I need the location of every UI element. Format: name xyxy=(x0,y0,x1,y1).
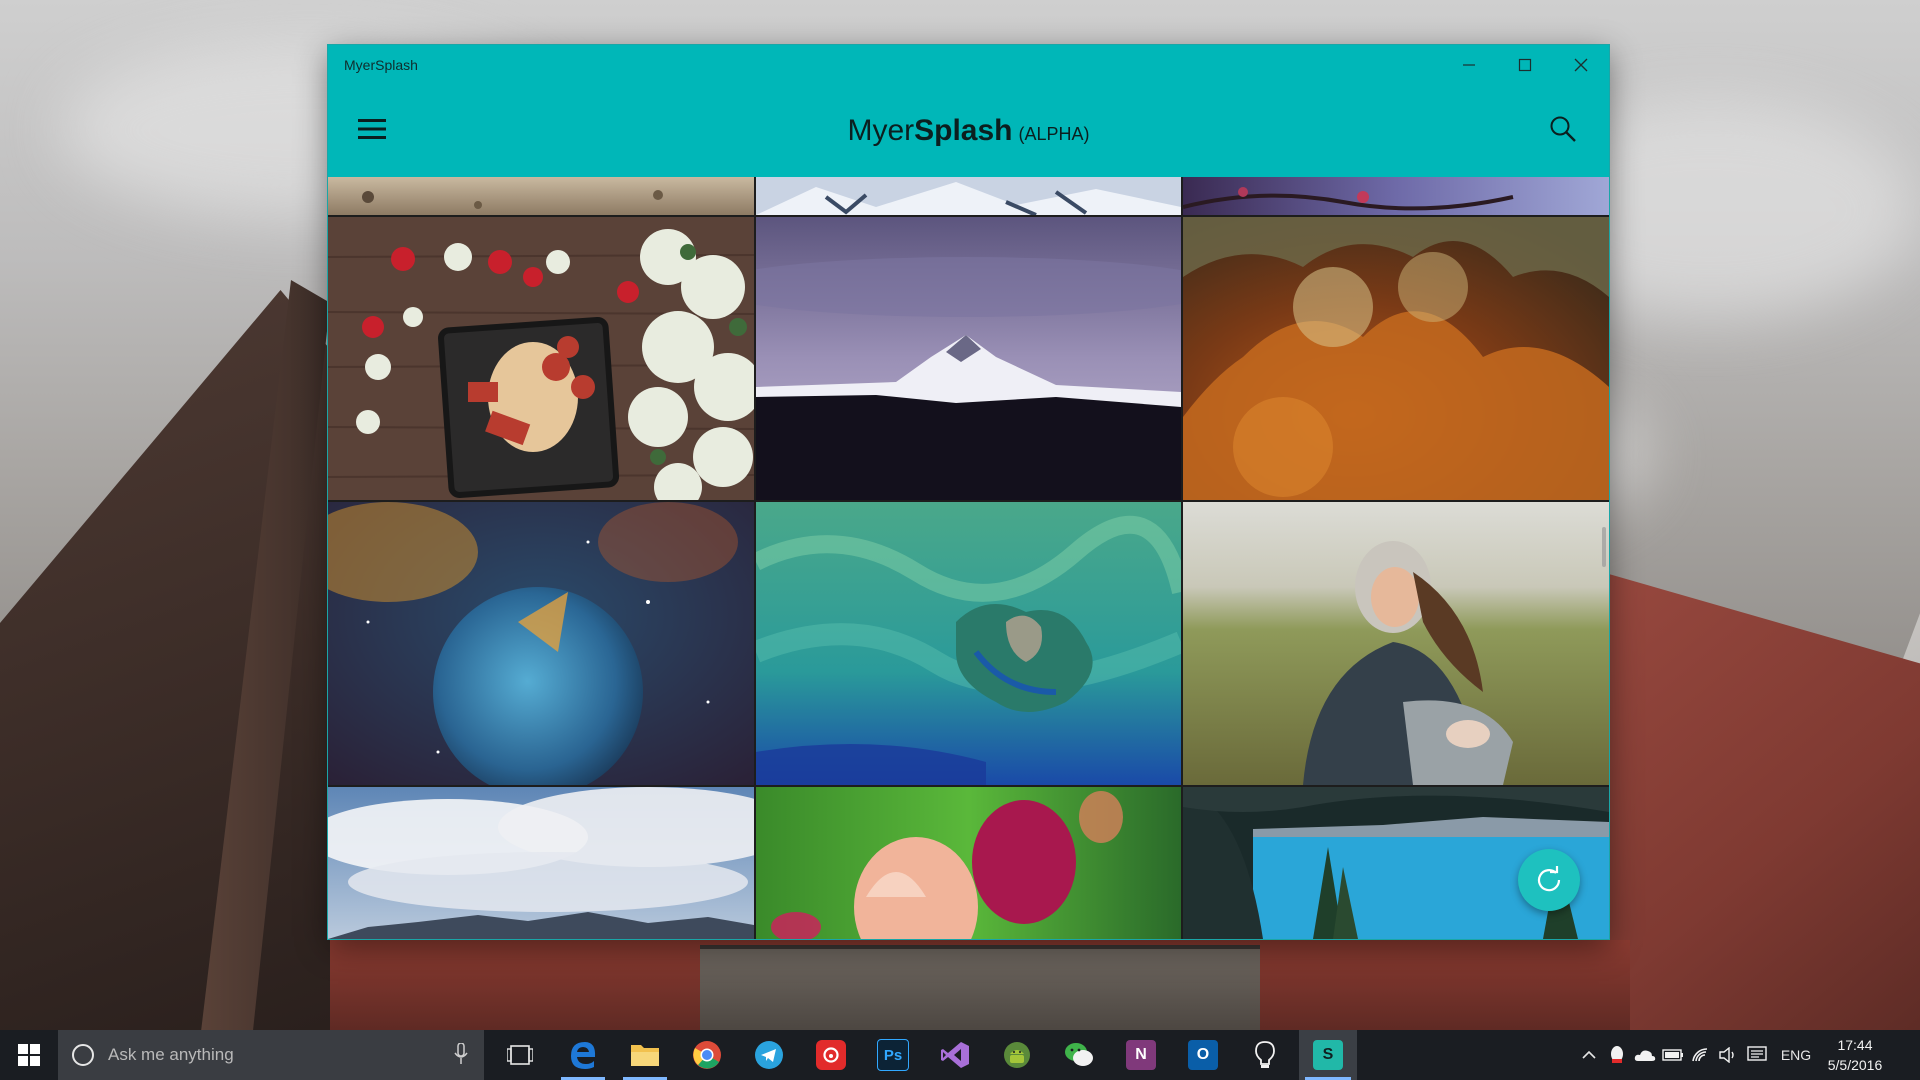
wallpaper-sign xyxy=(700,945,1260,1030)
action-center-icon xyxy=(1747,1046,1767,1061)
gallery-scrollbar[interactable] xyxy=(1602,527,1606,567)
telegram-icon xyxy=(755,1041,783,1069)
tray-wifi[interactable] xyxy=(1688,1030,1714,1080)
search-button[interactable] xyxy=(1543,109,1583,149)
brand-name-light: Myer xyxy=(847,114,915,147)
title-bar[interactable]: MyerSplash xyxy=(328,45,1609,85)
taskbar-visual-studio[interactable] xyxy=(927,1030,983,1080)
window-title: MyerSplash xyxy=(344,57,418,73)
tray-onedrive[interactable] xyxy=(1632,1030,1658,1080)
tray-battery[interactable] xyxy=(1660,1030,1686,1080)
photo-smiling-girl[interactable] xyxy=(1183,502,1609,785)
task-view-button[interactable] xyxy=(492,1030,548,1080)
edge-icon xyxy=(571,1042,596,1069)
taskbar-myersplash[interactable]: S xyxy=(1299,1030,1357,1080)
myersplash-window: MyerSplash MyerSplash (ALPHA) xyxy=(328,45,1609,939)
taskbar-telegram[interactable] xyxy=(741,1030,797,1080)
photo-cherry-branch[interactable] xyxy=(1183,177,1609,215)
volume-icon xyxy=(1719,1047,1734,1063)
photo-snowy-ridge[interactable] xyxy=(756,177,1181,215)
taskbar-netease-music[interactable] xyxy=(803,1030,859,1080)
chevron-up-icon xyxy=(1582,1050,1596,1059)
music-icon xyxy=(816,1040,846,1070)
onenote-icon: N xyxy=(1126,1040,1156,1070)
taskbar-wechat[interactable] xyxy=(1051,1030,1107,1080)
task-view-icon xyxy=(507,1045,533,1065)
microphone-icon[interactable] xyxy=(454,1043,468,1065)
taskbar-onenote[interactable]: N xyxy=(1113,1030,1169,1080)
system-clock[interactable]: 17:44 5/5/2016 xyxy=(1810,1035,1900,1075)
app-header: MyerSplash (ALPHA) xyxy=(328,85,1609,177)
taskbar-file-explorer[interactable] xyxy=(617,1030,673,1080)
outlook-icon: O xyxy=(1188,1040,1218,1070)
taskbar-android-studio[interactable] xyxy=(989,1030,1045,1080)
photo-bubble-nebula[interactable] xyxy=(328,502,754,785)
close-icon xyxy=(1574,58,1588,72)
start-button[interactable] xyxy=(0,1030,58,1080)
lightbulb-icon xyxy=(1255,1041,1275,1068)
minimize-icon xyxy=(1463,64,1475,66)
photo-desert-sand[interactable] xyxy=(328,177,754,215)
search-icon xyxy=(1550,116,1576,142)
refresh-button[interactable] xyxy=(1518,849,1580,911)
wifi-icon xyxy=(1692,1048,1708,1062)
wechat-icon xyxy=(1065,1043,1093,1066)
myersplash-icon: S xyxy=(1313,1040,1343,1070)
taskbar-photoshop[interactable]: Ps xyxy=(865,1030,921,1080)
folder-icon xyxy=(631,1045,659,1066)
minimize-button[interactable] xyxy=(1441,45,1497,85)
cortana-search-box[interactable]: Ask me anything xyxy=(58,1030,484,1080)
tray-volume[interactable] xyxy=(1716,1030,1742,1080)
windows-icon xyxy=(18,1044,40,1066)
tray-qq[interactable] xyxy=(1604,1030,1630,1080)
clock-date: 5/5/2016 xyxy=(1827,1057,1883,1073)
onedrive-icon xyxy=(1634,1050,1656,1061)
maximize-icon xyxy=(1518,58,1532,72)
refresh-icon xyxy=(1537,866,1561,892)
photo-snow-mountain[interactable] xyxy=(756,217,1181,500)
taskbar: Ask me anything Ps N O S ENG 17:44 5/5/2… xyxy=(0,1030,1920,1080)
taskbar-outlook[interactable]: O xyxy=(1175,1030,1231,1080)
tray-overflow-button[interactable] xyxy=(1576,1030,1602,1080)
cortana-icon xyxy=(72,1044,94,1066)
search-placeholder: Ask me anything xyxy=(108,1045,234,1064)
android-icon xyxy=(1004,1042,1030,1068)
brand-name-bold: Splash xyxy=(914,114,1013,147)
chrome-icon xyxy=(693,1041,721,1069)
taskbar-chrome[interactable] xyxy=(679,1030,735,1080)
photo-orange-nebula[interactable] xyxy=(1183,217,1609,500)
photo-sky-clouds[interactable] xyxy=(328,787,754,939)
clock-time: 17:44 xyxy=(1837,1037,1873,1053)
taskbar-edge[interactable] xyxy=(555,1030,611,1080)
photo-tulips[interactable] xyxy=(756,787,1181,939)
photo-ocean-island[interactable] xyxy=(756,502,1181,785)
battery-icon xyxy=(1662,1049,1683,1061)
photo-strawberries-flowers[interactable] xyxy=(328,217,754,500)
close-button[interactable] xyxy=(1553,45,1609,85)
qq-icon xyxy=(1611,1046,1623,1063)
visual-studio-icon xyxy=(941,1042,969,1068)
tray-action-center[interactable] xyxy=(1744,1030,1770,1080)
app-brand: MyerSplash (ALPHA) xyxy=(328,114,1609,148)
taskbar-tips[interactable] xyxy=(1237,1030,1293,1080)
photoshop-icon: Ps xyxy=(877,1039,909,1071)
maximize-button[interactable] xyxy=(1497,45,1553,85)
photo-gallery[interactable] xyxy=(328,177,1609,939)
brand-tag: (ALPHA) xyxy=(1018,124,1090,144)
